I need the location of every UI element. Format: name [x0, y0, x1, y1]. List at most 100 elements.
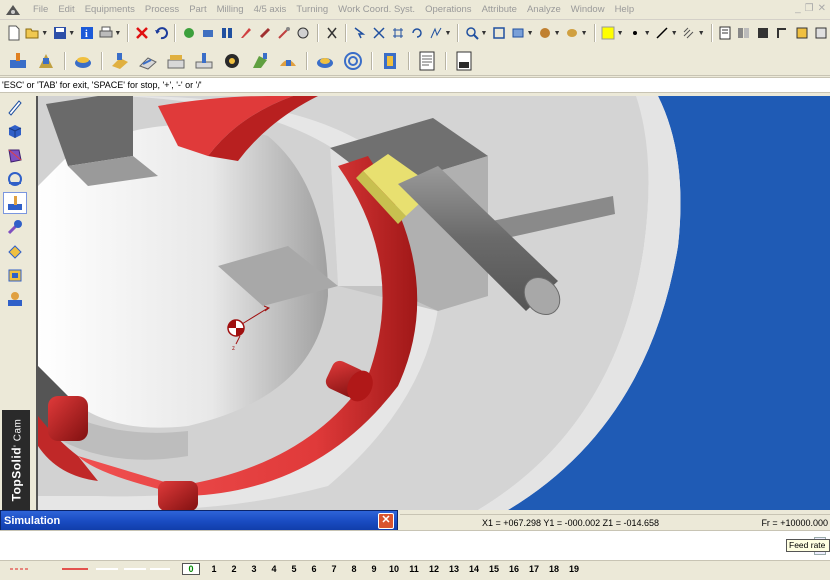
menu-analyze[interactable]: Analyze [522, 0, 566, 20]
refresh-icon[interactable] [180, 24, 197, 42]
render-icon[interactable] [537, 24, 554, 42]
tools-icon[interactable] [276, 24, 293, 42]
explorer-icon[interactable] [812, 24, 829, 42]
contour-icon[interactable] [135, 48, 161, 74]
menu-edit[interactable]: Edit [53, 0, 79, 20]
surface-op-icon[interactable] [275, 48, 301, 74]
restore-icon[interactable]: ❐ [805, 3, 814, 14]
drilling-icon[interactable] [191, 48, 217, 74]
properties-icon[interactable] [793, 24, 810, 42]
menu-file[interactable]: File [28, 0, 53, 20]
layer-16[interactable]: 16 [504, 564, 524, 574]
nc-settings-icon[interactable] [451, 48, 477, 74]
shading-icon[interactable] [564, 24, 581, 42]
layer-12[interactable]: 12 [424, 564, 444, 574]
line-styles[interactable] [0, 561, 181, 577]
machine-icon[interactable] [5, 48, 31, 74]
facing-icon[interactable] [163, 48, 189, 74]
minimize-icon[interactable]: _ [795, 3, 801, 14]
layer-15[interactable]: 15 [484, 564, 504, 574]
layer-2[interactable]: 2 [224, 564, 244, 574]
menu-milling[interactable]: Milling [212, 0, 249, 20]
menu-process[interactable]: Process [140, 0, 184, 20]
pencil-icon[interactable] [3, 96, 27, 118]
point-icon[interactable] [627, 24, 644, 42]
rotate-icon[interactable] [408, 24, 425, 42]
machining-icon[interactable] [3, 192, 27, 214]
zoom-icon[interactable] [463, 24, 480, 42]
menu-4-5-axis[interactable]: 4/5 axis [249, 0, 292, 20]
tool-icon[interactable] [3, 216, 27, 238]
sphere-icon[interactable] [295, 24, 312, 42]
milling-op-icon[interactable] [247, 48, 273, 74]
tool-manager-icon[interactable] [377, 48, 403, 74]
view-orientation-icon[interactable] [510, 24, 527, 42]
book-icon[interactable] [755, 24, 772, 42]
menu-help[interactable]: Help [610, 0, 640, 20]
menu-turning[interactable]: Turning [291, 0, 333, 20]
layer-17[interactable]: 17 [524, 564, 544, 574]
layer-1[interactable]: 1 [204, 564, 224, 574]
open-dropdown-icon[interactable]: ▼ [41, 30, 48, 37]
measure-dropdown-icon[interactable]: ▼ [445, 30, 452, 37]
save-dropdown-icon[interactable]: ▼ [68, 30, 75, 37]
layer-5[interactable]: 5 [284, 564, 304, 574]
shading-dropdown-icon[interactable]: ▼ [581, 30, 588, 37]
info-icon[interactable]: i [78, 24, 95, 42]
layer-13[interactable]: 13 [444, 564, 464, 574]
settings-icon[interactable] [257, 24, 274, 42]
menu-attribute[interactable]: Attribute [477, 0, 522, 20]
undo-icon[interactable] [152, 24, 169, 42]
layer-14[interactable]: 14 [464, 564, 484, 574]
current-layer[interactable]: 0 [182, 562, 200, 575]
line-dropdown-icon[interactable]: ▼ [671, 30, 678, 37]
grid-icon[interactable] [389, 24, 406, 42]
view-dropdown-icon[interactable]: ▼ [527, 30, 534, 37]
cube-icon[interactable] [3, 120, 27, 142]
layer-19[interactable]: 19 [564, 564, 584, 574]
layers-icon[interactable] [219, 24, 236, 42]
nc-document-icon[interactable] [414, 48, 440, 74]
doc-settings-icon[interactable] [717, 24, 734, 42]
layer-18[interactable]: 18 [544, 564, 564, 574]
tool-path-icon[interactable] [312, 48, 338, 74]
surface-icon[interactable] [3, 144, 27, 166]
menu-part[interactable]: Part [184, 0, 211, 20]
hatch-icon[interactable] [681, 24, 698, 42]
layer-10[interactable]: 10 [384, 564, 404, 574]
point-dropdown-icon[interactable]: ▼ [644, 30, 651, 37]
simulation-icon[interactable] [3, 288, 27, 310]
cross-arrow-icon[interactable] [370, 24, 387, 42]
hatch-dropdown-icon[interactable]: ▼ [698, 30, 705, 37]
layer-3[interactable]: 3 [244, 564, 264, 574]
menu-window[interactable]: Window [566, 0, 610, 20]
menu-work-coord-syst-[interactable]: Work Coord. Syst. [333, 0, 420, 20]
assembly-icon[interactable] [3, 168, 27, 190]
close-simulation-button[interactable]: ✕ [378, 513, 394, 529]
zoom-dropdown-icon[interactable]: ▼ [480, 30, 487, 37]
scissors-icon[interactable] [323, 24, 340, 42]
close-icon[interactable]: ✕ [818, 3, 826, 14]
view-icon[interactable] [199, 24, 216, 42]
layer-8[interactable]: 8 [344, 564, 364, 574]
color-yellow-icon[interactable] [600, 24, 617, 42]
graphics-viewport[interactable]: z [36, 96, 830, 510]
save-icon[interactable] [51, 24, 68, 42]
topsolid-icon[interactable] [4, 2, 22, 18]
target-icon[interactable] [340, 48, 366, 74]
stock-icon[interactable] [3, 240, 27, 262]
measure-icon[interactable] [427, 24, 444, 42]
pen-icon[interactable] [238, 24, 255, 42]
layer-6[interactable]: 6 [304, 564, 324, 574]
menu-operations[interactable]: Operations [420, 0, 476, 20]
print-dropdown-icon[interactable]: ▼ [114, 30, 121, 37]
render-dropdown-icon[interactable]: ▼ [554, 30, 561, 37]
layer-4[interactable]: 4 [264, 564, 284, 574]
attributes-icon[interactable] [774, 24, 791, 42]
engraving-icon[interactable] [219, 48, 245, 74]
fixture-icon[interactable] [33, 48, 59, 74]
simulation-titlebar[interactable]: Simulation ✕ [1, 511, 397, 531]
pocket-icon[interactable] [107, 48, 133, 74]
menu-equipments[interactable]: Equipments [80, 0, 140, 20]
zoom-fit-icon[interactable] [490, 24, 507, 42]
